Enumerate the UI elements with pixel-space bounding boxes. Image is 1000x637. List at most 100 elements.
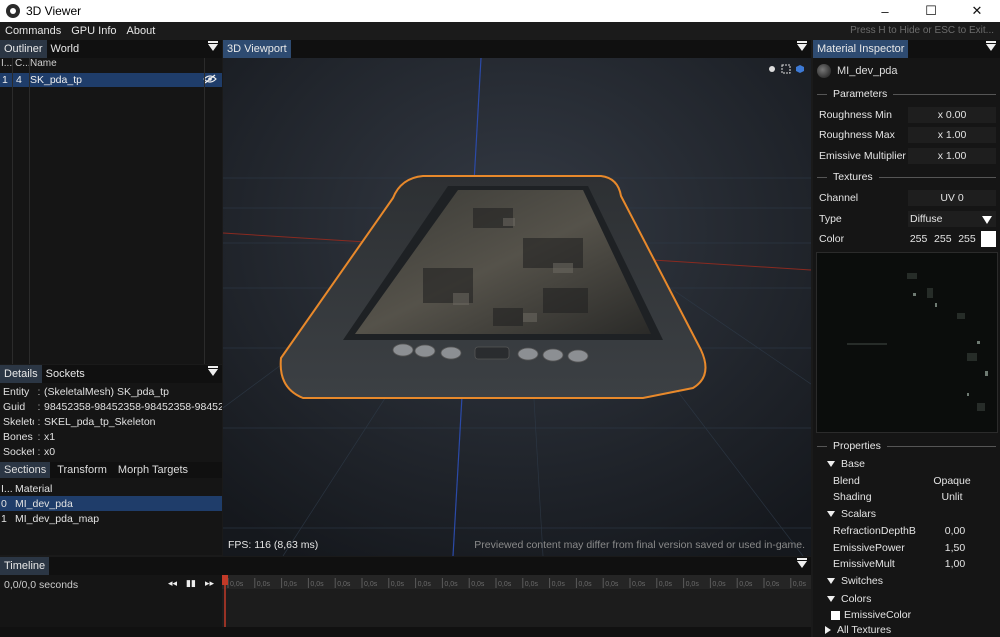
outliner-row[interactable]: 1 4 SK_pda_tp: [0, 73, 222, 87]
timeline-time: 0,0/0,0 seconds: [4, 579, 79, 591]
tree-refraction: RefractionDepthB 0,00: [833, 525, 966, 537]
tab-world[interactable]: World: [47, 40, 84, 58]
expanded-arrow-icon: [827, 578, 835, 584]
material-row[interactable]: 0 MI_dev_pda: [0, 496, 222, 511]
expanded-arrow-icon: [827, 461, 835, 467]
close-button[interactable]: ✕: [954, 0, 1000, 22]
subtab-transform[interactable]: Transform: [53, 462, 111, 478]
cube-icon[interactable]: [795, 64, 805, 74]
menu-gpu-info[interactable]: GPU Info: [66, 25, 121, 37]
timeline-tick-label: 0,0s: [498, 581, 512, 588]
tree-emissive-power: EmissivePower 1,50: [833, 542, 966, 554]
menu-commands[interactable]: Commands: [0, 25, 66, 37]
color-swatch[interactable]: [980, 231, 996, 247]
minimize-button[interactable]: –: [862, 0, 908, 22]
param-emissive-multiplier: Emissive Multiplier x 1.00: [813, 147, 1000, 165]
column-divider: [29, 58, 30, 364]
color-b[interactable]: 255: [956, 233, 977, 245]
emissive-multiplier-input[interactable]: x 1.00: [908, 148, 996, 164]
column-divider: [12, 58, 13, 364]
section-textures: Textures: [813, 170, 1000, 184]
outliner-panel: Outliner World I... C... Name 1 4 SK_pda…: [0, 40, 222, 364]
timeline-panel: Timeline 0,0/0,0 seconds ◂◂ ▮▮ ▸▸ 0,0s 0,…: [0, 557, 811, 637]
roughness-max-input[interactable]: x 1.00: [908, 127, 996, 143]
color-swatch[interactable]: [831, 610, 840, 620]
material-row[interactable]: 1 MI_dev_pda_map: [0, 511, 222, 526]
footer-strip: [0, 627, 811, 637]
scene-render: [223, 58, 811, 556]
color-g[interactable]: 255: [932, 233, 953, 245]
row-name: SK_pda_tp: [30, 74, 82, 86]
menu-about[interactable]: About: [122, 25, 161, 37]
previous-frame-button[interactable]: ◂◂: [168, 578, 177, 589]
tab-details[interactable]: Details: [0, 365, 42, 383]
expanded-arrow-icon: [827, 596, 835, 602]
timeline-tick-label: 0,0s: [739, 581, 753, 588]
subtab-morph-targets[interactable]: Morph Targets: [114, 462, 192, 478]
tab-material-inspector[interactable]: Material Inspector: [813, 40, 909, 58]
timeline-tick-label: 0,0s: [337, 581, 351, 588]
texture-type: Type Diffuse: [813, 210, 1000, 228]
window-title: 3D Viewer: [26, 4, 82, 18]
timeline-tick-label: 0,0s: [257, 581, 271, 588]
tree-base[interactable]: Base: [813, 456, 1000, 472]
visibility-hidden-icon[interactable]: [203, 73, 219, 87]
panel-menu-icon[interactable]: [208, 366, 218, 376]
app-icon: [6, 4, 20, 18]
tree-switches[interactable]: Switches: [813, 573, 1000, 589]
timeline-tick-label: 0,0s: [471, 581, 485, 588]
details-tabbar: Details Sockets: [0, 365, 222, 383]
tree-blend: Blend Opaque: [833, 475, 971, 487]
tree-shading: Shading Unlit: [833, 491, 963, 503]
type-dropdown[interactable]: Diffuse: [908, 211, 996, 227]
roughness-min-input[interactable]: x 0.00: [908, 107, 996, 123]
preview-note: Previewed content may differ from final …: [474, 539, 805, 551]
color-r[interactable]: 255: [908, 233, 929, 245]
pause-button[interactable]: ▮▮: [186, 578, 196, 589]
subtab-sections[interactable]: Sections: [0, 462, 51, 478]
detail-sockets: Sockets:x0: [3, 445, 56, 458]
timeline-tick-label: 0,0s: [712, 581, 726, 588]
timeline-tick-label: 0,0s: [418, 581, 432, 588]
timeline-scale: 0,0s 0,0s 0,0s 0,0s 0,0s 0,0s 0,0s 0,0s 0,0s 0,0s…: [222, 575, 811, 589]
detail-guid: Guid:98452358-98452358-98452358-98452358: [3, 400, 222, 413]
tree-emissive-color: EmissiveColor: [813, 607, 1000, 623]
panel-menu-icon[interactable]: [797, 558, 807, 568]
tree-colors[interactable]: Colors: [813, 591, 1000, 607]
channel-select[interactable]: UV 0: [908, 190, 996, 206]
tab-sockets[interactable]: Sockets: [42, 365, 89, 383]
viewport-toolbar: [767, 64, 805, 74]
tab-3d-viewport[interactable]: 3D Viewport: [223, 40, 291, 58]
texture-preview: [816, 252, 998, 433]
details-subtabs: Sections Transform Morph Targets: [0, 462, 222, 478]
tab-timeline[interactable]: Timeline: [0, 557, 50, 575]
detail-bones: Bones: x1: [3, 430, 56, 443]
section-parameters: Parameters: [813, 87, 1000, 101]
row-count: 4: [16, 74, 22, 86]
tab-outliner[interactable]: Outliner: [0, 40, 47, 58]
panel-menu-icon[interactable]: [797, 41, 807, 51]
panel-menu-icon[interactable]: [986, 41, 996, 51]
tree-all-textures[interactable]: All Textures: [813, 623, 1000, 637]
light-icon[interactable]: [767, 64, 777, 74]
details-panel: Details Sockets Entity: (SkeletalMesh) SK…: [0, 365, 222, 555]
tree-scalars[interactable]: Scalars: [813, 506, 1000, 522]
bounds-icon[interactable]: [781, 64, 791, 74]
tree-emissive-mult: EmissiveMult 1,00: [833, 558, 966, 570]
timeline-controls: ◂◂ ▮▮ ▸▸: [168, 578, 214, 589]
fps-counter: FPS: 116 (8,63 ms): [228, 539, 319, 551]
section-properties: Properties: [813, 439, 1000, 453]
col-count[interactable]: C...: [13, 58, 31, 72]
viewport-canvas[interactable]: [223, 58, 811, 556]
dropdown-arrow-icon: [982, 216, 992, 224]
timeline-tick-label: 0,0s: [659, 581, 673, 588]
next-frame-button[interactable]: ▸▸: [205, 578, 214, 589]
col-name[interactable]: Name: [30, 58, 222, 72]
column-divider: [204, 58, 205, 364]
param-roughness-min: Roughness Min x 0.00: [813, 106, 1000, 124]
viewport-tabbar: 3D Viewport: [223, 40, 811, 58]
maximize-button[interactable]: ☐: [908, 0, 954, 22]
texture-color: Color 255 255 255: [813, 230, 1000, 248]
texture-channel: Channel UV 0: [813, 189, 1000, 207]
panel-menu-icon[interactable]: [208, 41, 218, 51]
